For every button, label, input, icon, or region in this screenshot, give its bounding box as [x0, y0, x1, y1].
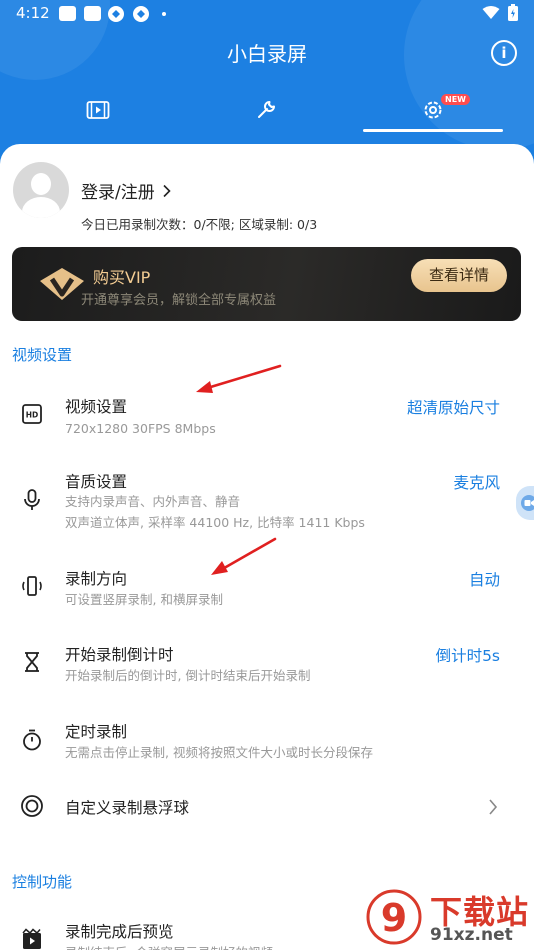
tab-videos[interactable]: [28, 88, 168, 132]
setting-value: 自动: [468, 571, 500, 589]
setting-title: 音质设置: [65, 473, 128, 491]
setting-title: 视频设置: [65, 398, 128, 416]
setting-timed-recording[interactable]: 定时录制 无需点击停止录制, 视频将按照文件大小或时长分段保存: [0, 702, 534, 778]
play-preview-icon: [22, 928, 41, 949]
info-button[interactable]: i: [491, 40, 517, 66]
vip-v-icon: [40, 268, 84, 300]
chevron-right-icon: [489, 799, 498, 815]
notification-icon: [59, 6, 76, 21]
battery-icon: [508, 4, 518, 21]
setting-title: 定时录制: [65, 723, 128, 741]
video-camera-icon: [521, 495, 534, 511]
app-header: 4:12 小白录屏 i NEW: [0, 0, 534, 150]
status-bar: 4:12: [0, 0, 534, 28]
vip-title: 购买VIP: [93, 268, 151, 287]
floating-record-button[interactable]: [516, 486, 534, 520]
avatar[interactable]: [13, 162, 69, 218]
setting-value: 超清原始尺寸: [406, 399, 500, 417]
app-title: 小白录屏: [227, 42, 307, 66]
setting-subtitle: 无需点击停止录制, 视频将按照文件大小或时长分段保存: [65, 745, 373, 760]
login-register-link[interactable]: 登录/注册: [81, 178, 172, 203]
setting-subtitle: 录制结束后, 会弹窗展示录制好的视频: [65, 942, 273, 950]
setting-title: 开始录制倒计时: [65, 646, 174, 664]
avatar-head: [31, 173, 51, 195]
setting-value: 倒计时5s: [435, 647, 500, 665]
section-title-video: 视频设置: [12, 346, 73, 364]
vip-banner[interactable]: 购买VIP 开通尊享会员，解锁全部专属权益 查看详情: [12, 247, 521, 321]
info-icon: i: [501, 44, 507, 62]
setting-floating-ball[interactable]: 自定义录制悬浮球: [0, 778, 534, 834]
setting-title: 录制方向: [65, 570, 128, 588]
annotation-arrow: [211, 537, 277, 575]
tab-tools[interactable]: [196, 88, 336, 132]
screen-rotation-icon: [22, 576, 42, 596]
watermark-logo-icon: 9: [366, 889, 422, 945]
video-list-icon: [86, 101, 110, 119]
setting-subtitle: 开始录制后的倒计时, 倒计时结束后开始录制: [65, 668, 311, 683]
vip-subtitle: 开通尊享会员，解锁全部专属权益: [81, 293, 277, 308]
section-title-control: 控制功能: [12, 873, 73, 891]
chevron-right-icon: [163, 184, 171, 198]
floating-ball-icon: [21, 795, 43, 817]
setting-subtitle: 支持内录声音、内外声音、静音: [65, 494, 241, 509]
record-quota: 今日已用录制次数：0/不限; 区域录制: 0/3: [81, 217, 318, 232]
setting-countdown[interactable]: 开始录制倒计时 开始录制后的倒计时, 倒计时结束后开始录制 倒计时5s: [0, 626, 534, 702]
more-notifications-dot: [162, 12, 166, 16]
wifi-icon: [482, 6, 500, 19]
watermark-logo-digit: 9: [381, 896, 407, 940]
hd-icon: HD: [22, 404, 42, 424]
svg-text:HD: HD: [26, 411, 39, 420]
notification-icon: [84, 6, 101, 21]
setting-subtitle: 可设置竖屏录制, 和横屏录制: [65, 592, 223, 607]
login-label: 登录/注册: [81, 183, 155, 203]
new-badge: NEW: [441, 94, 470, 105]
timer-icon: [23, 729, 41, 751]
microphone-icon: [24, 489, 40, 510]
setting-subtitle: 720x1280 30FPS 8Mbps: [65, 421, 216, 436]
sync-icon: [108, 6, 124, 22]
gear-icon: [424, 101, 442, 119]
setting-title: 自定义录制悬浮球: [65, 799, 190, 817]
watermark-url: 91xz.net: [430, 925, 513, 945]
vip-details-button[interactable]: 查看详情: [411, 259, 507, 292]
status-time: 4:12: [16, 4, 50, 22]
setting-value: 麦克风: [453, 474, 500, 492]
setting-subtitle: 双声道立体声, 采样率 44100 Hz, 比特率 1411 Kbps: [65, 515, 365, 530]
avatar-body: [22, 197, 60, 218]
tab-bar: NEW: [0, 88, 534, 134]
hourglass-icon: [25, 652, 39, 672]
setting-title: 录制完成后预览: [65, 923, 174, 941]
wrench-icon: [258, 101, 275, 118]
annotation-arrow: [196, 364, 282, 393]
site-watermark: 9 下载站 91xz.net: [364, 883, 534, 950]
tab-settings[interactable]: NEW: [363, 88, 503, 132]
sync-icon: [133, 6, 149, 22]
status-right-icons: [482, 4, 518, 21]
